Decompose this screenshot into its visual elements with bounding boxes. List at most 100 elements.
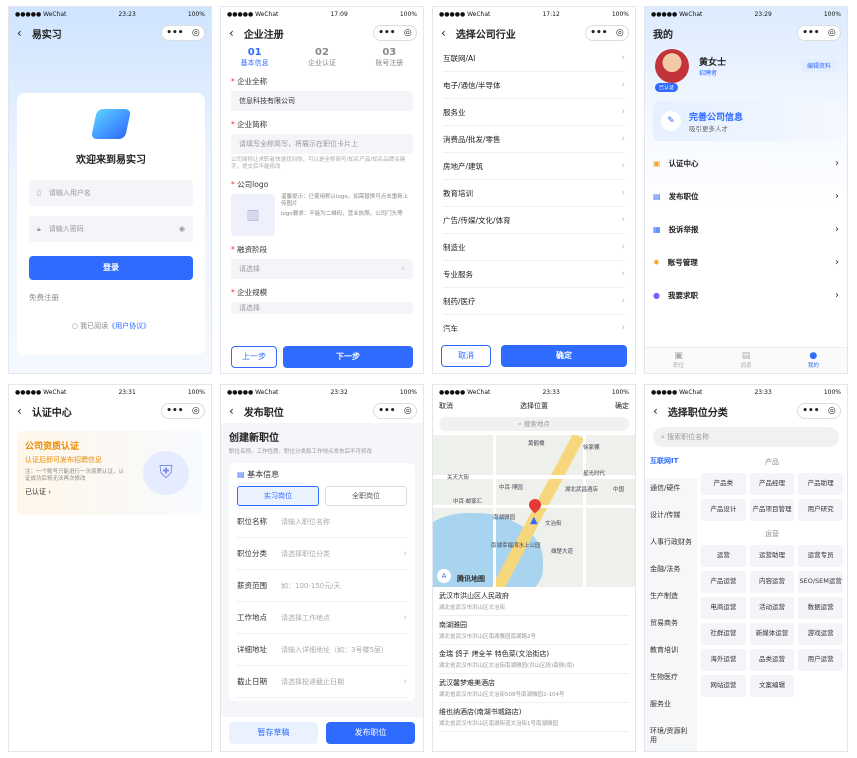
- back-icon[interactable]: ‹: [229, 26, 234, 40]
- back-icon[interactable]: ‹: [17, 26, 22, 40]
- result-item[interactable]: 南湖雅园 湖北省武汉市洪山区南湖雅园南湖路2号: [439, 616, 629, 645]
- short-name-input[interactable]: 请填写全称简写，将展示在职位卡片上: [231, 134, 413, 154]
- industry-item[interactable]: 房地产/建筑 ›: [443, 153, 625, 180]
- category-tag[interactable]: 游戏运营: [798, 623, 843, 645]
- capsule-menu[interactable]: ••• ◎: [585, 25, 629, 41]
- eye-icon[interactable]: ◉: [179, 225, 185, 233]
- save-draft-button[interactable]: 暂存草稿: [229, 722, 318, 744]
- back-icon[interactable]: ‹: [229, 404, 234, 418]
- more-icon[interactable]: •••: [590, 28, 607, 38]
- job-field[interactable]: 工作地点 请选择工作地点 ›: [237, 602, 407, 634]
- category-tag[interactable]: 产品项目管理: [749, 499, 795, 521]
- category-tag[interactable]: 运营助理: [749, 545, 795, 567]
- industry-item[interactable]: 电子/通信/半导体 ›: [443, 72, 625, 99]
- tab-mine[interactable]: ● 我的: [780, 348, 847, 373]
- category-item[interactable]: 生物医疗: [645, 667, 697, 694]
- cert-card[interactable]: 公司资质认证 认证后即可发布招聘信息 注：一个账号只能进行一次资质认证，认证成功…: [17, 431, 203, 515]
- industry-item[interactable]: 制药/医疗 ›: [443, 288, 625, 315]
- close-icon[interactable]: ◎: [404, 28, 412, 38]
- close-icon[interactable]: ◎: [616, 28, 624, 38]
- tab-jobs[interactable]: ▣ 职位: [645, 348, 712, 373]
- stage-select[interactable]: 请选择 ›: [231, 259, 413, 280]
- category-item[interactable]: 人事行政财务: [645, 532, 697, 559]
- logo-upload[interactable]: ▥: [231, 194, 275, 237]
- job-field[interactable]: 截止日期 请选择投递截止日期 ›: [237, 666, 407, 698]
- tab-fulltime[interactable]: 全职岗位: [325, 486, 407, 506]
- industry-item[interactable]: 制造业 ›: [443, 234, 625, 261]
- industry-item[interactable]: 汽车 ›: [443, 315, 625, 342]
- category-tag[interactable]: 文案编辑: [749, 675, 795, 697]
- category-tag[interactable]: 内容运营: [749, 571, 795, 593]
- locate-button[interactable]: A: [437, 569, 451, 583]
- username-input[interactable]: ▯ 请输入用户名: [29, 180, 193, 206]
- industry-item[interactable]: 服务业 ›: [443, 99, 625, 126]
- capsule-menu[interactable]: ••• ◎: [161, 403, 205, 419]
- full-name-input[interactable]: 信息科技有限公司: [231, 91, 413, 111]
- category-item[interactable]: 贸易商务: [645, 613, 697, 640]
- next-button[interactable]: 下一步: [283, 346, 413, 368]
- password-input[interactable]: 🔒︎ 请输入密码 ◉: [29, 216, 193, 242]
- menu-item[interactable]: ▦ 投诉举报 ›: [653, 213, 839, 246]
- tab-messages[interactable]: ▤ 消息: [712, 348, 779, 373]
- menu-item[interactable]: ▣ 认证中心 ›: [653, 147, 839, 180]
- category-tag[interactable]: 产品设计: [701, 499, 746, 521]
- edit-profile-button[interactable]: 编辑资料: [800, 59, 837, 72]
- more-icon[interactable]: •••: [378, 406, 395, 416]
- category-item[interactable]: 生产制造: [645, 586, 697, 613]
- complete-info-card[interactable]: ✎ 完善公司信息 吸引更多人才: [653, 101, 839, 141]
- category-item[interactable]: 通信/硬件: [645, 478, 697, 505]
- more-icon[interactable]: •••: [166, 406, 183, 416]
- category-tag[interactable]: 产品经理: [749, 473, 795, 495]
- category-tag[interactable]: 网站运营: [701, 675, 746, 697]
- capsule-menu[interactable]: ••• ◎: [373, 25, 417, 41]
- category-tag[interactable]: 运营: [701, 545, 746, 567]
- close-icon[interactable]: ◎: [192, 406, 200, 416]
- category-tag[interactable]: 运营专员: [798, 545, 843, 567]
- category-tag[interactable]: 产品助理: [798, 473, 843, 495]
- industry-item[interactable]: 互联网/AI ›: [443, 45, 625, 72]
- industry-item[interactable]: 消费品/批发/零售 ›: [443, 126, 625, 153]
- menu-item[interactable]: ✹ 账号管理 ›: [653, 246, 839, 279]
- more-icon[interactable]: •••: [166, 28, 183, 38]
- close-icon[interactable]: ◎: [404, 406, 412, 416]
- category-tag[interactable]: 产品类: [701, 473, 746, 495]
- capsule-menu[interactable]: ••• ◎: [797, 25, 841, 41]
- cancel-button[interactable]: 取消: [441, 345, 491, 367]
- result-item[interactable]: 金瑞 鸽子 烤全羊 特色菜(文治街店) 湖北省武汉市洪山区文治街南湖雅园(洪山区段…: [439, 645, 629, 674]
- search-bar[interactable]: ⌕ 搜索职位名称: [653, 427, 839, 447]
- back-icon[interactable]: ‹: [441, 26, 446, 40]
- menu-item[interactable]: ▤ 发布职位 ›: [653, 180, 839, 213]
- tab-intern[interactable]: 实习岗位: [237, 486, 319, 506]
- close-icon[interactable]: ◎: [828, 28, 836, 38]
- job-field[interactable]: 职位名称 请输入职位名称: [237, 506, 407, 538]
- result-item[interactable]: 维也纳酒店(南湖书城路店) 湖北省武汉市洪山区南湖街道文治街1号南湖雅园: [439, 703, 629, 732]
- confirm-button[interactable]: 确定: [501, 345, 627, 367]
- category-item[interactable]: 环境/资源利用: [645, 721, 697, 751]
- confirm-link[interactable]: 确定: [615, 401, 629, 411]
- category-tag[interactable]: 用户研究: [798, 499, 843, 521]
- industry-item[interactable]: 专业服务 ›: [443, 261, 625, 288]
- category-tag[interactable]: 社群运营: [701, 623, 746, 645]
- capsule-menu[interactable]: ••• ◎: [161, 25, 205, 41]
- search-bar[interactable]: ⌕ 搜索地点: [439, 417, 629, 431]
- protocol-link[interactable]: 《用户协议》: [108, 322, 150, 330]
- result-item[interactable]: 武汉市洪山区人民政府 湖北省武汉市洪山区文治街: [439, 587, 629, 616]
- industry-item[interactable]: 教育培训 ›: [443, 180, 625, 207]
- login-button[interactable]: 登录: [29, 256, 193, 280]
- category-tag[interactable]: 品类运营: [749, 649, 795, 671]
- industry-item[interactable]: 广告/传媒/文化/体育 ›: [443, 207, 625, 234]
- register-link[interactable]: 免费注册: [29, 292, 193, 303]
- category-tag[interactable]: 新媒体运营: [749, 623, 795, 645]
- category-item[interactable]: 金融/法务: [645, 559, 697, 586]
- prev-button[interactable]: 上一步: [231, 346, 277, 368]
- close-icon[interactable]: ◎: [828, 406, 836, 416]
- cancel-link[interactable]: 取消: [439, 401, 453, 411]
- category-tag[interactable]: 活动运营: [749, 597, 795, 619]
- more-icon[interactable]: •••: [802, 406, 819, 416]
- category-item[interactable]: 服务业: [645, 694, 697, 721]
- scale-select[interactable]: 请选择: [231, 302, 413, 315]
- category-tag[interactable]: 电商运营: [701, 597, 746, 619]
- agree-checkbox[interactable]: ○: [72, 322, 80, 330]
- category-tag[interactable]: SEO/SEM运营: [798, 571, 843, 593]
- capsule-menu[interactable]: ••• ◎: [373, 403, 417, 419]
